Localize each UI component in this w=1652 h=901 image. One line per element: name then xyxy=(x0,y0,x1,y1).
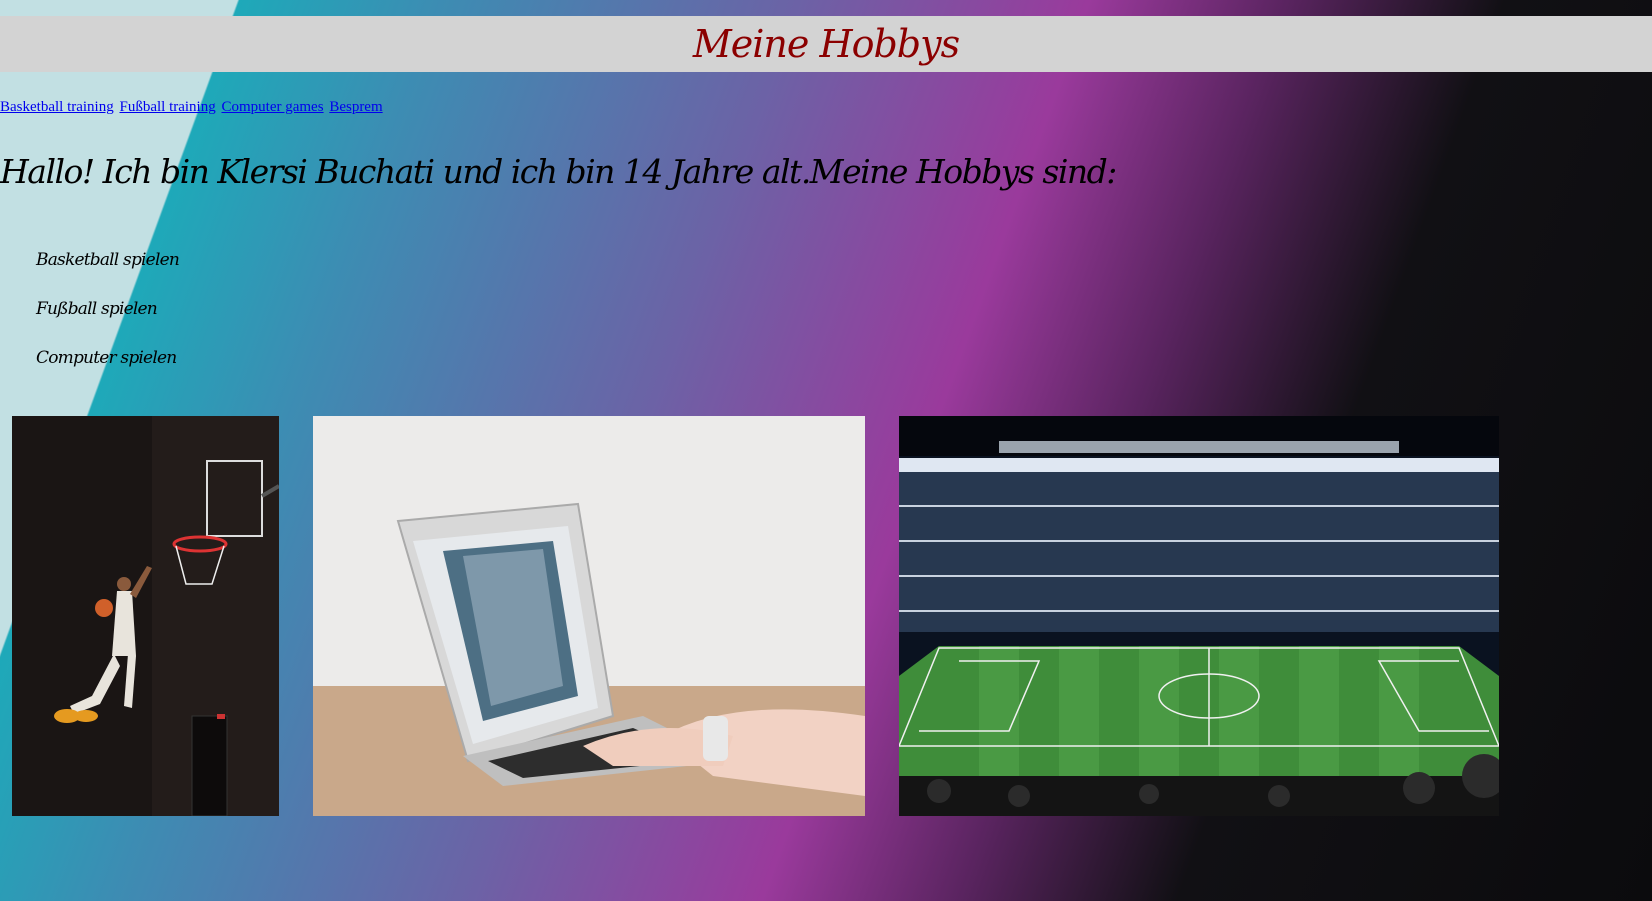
stadium-photo xyxy=(899,416,1499,816)
list-item: Basketball spielen xyxy=(36,250,180,270)
header-bar: Meine Hobbys xyxy=(0,16,1652,72)
list-item: Computer spielen xyxy=(36,348,177,368)
nav-link-computer[interactable]: Computer games xyxy=(221,99,323,115)
nav-link-basketball[interactable]: Basketball training xyxy=(0,99,114,115)
nav-link-besprem[interactable]: Besprem xyxy=(329,99,382,115)
nav-links: Basketball training Fußball training Com… xyxy=(0,99,385,116)
basketball-photo xyxy=(12,416,279,816)
laptop-photo xyxy=(313,416,865,816)
hobby-list: Basketball spielen Fußball spielen Compu… xyxy=(36,250,180,397)
nav-link-fussball[interactable]: Fußball training xyxy=(119,99,215,115)
intro-heading: Hallo! Ich bin Klersi Buchati und ich bi… xyxy=(0,152,1117,191)
list-item: Fußball spielen xyxy=(36,299,158,319)
site-title: Meine Hobbys xyxy=(692,22,960,66)
